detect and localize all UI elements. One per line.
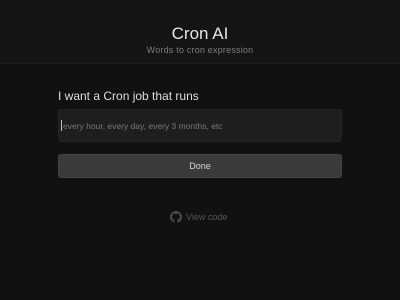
app-title: Cron AI xyxy=(171,24,229,43)
view-code-link[interactable]: View code xyxy=(170,210,227,224)
header: Cron AI Words to cron expression xyxy=(0,0,400,64)
schedule-input[interactable] xyxy=(58,109,342,142)
done-button[interactable]: Done xyxy=(58,154,342,178)
view-code-label: View code xyxy=(186,212,228,222)
prompt-label: I want a Cron job that runs xyxy=(58,89,199,103)
github-icon xyxy=(170,211,182,223)
app-subtitle: Words to cron expression xyxy=(146,45,254,55)
text-caret xyxy=(61,120,62,131)
